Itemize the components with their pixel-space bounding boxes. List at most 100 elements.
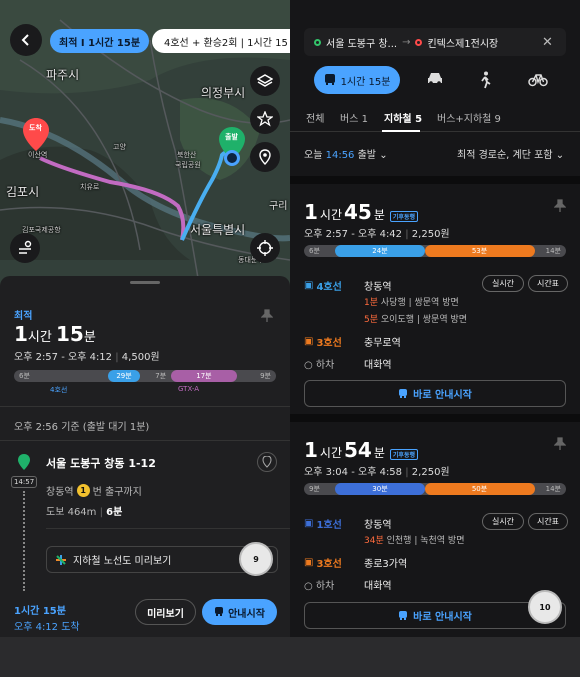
map-label-paju: 파주시 <box>46 68 80 82</box>
card-2-minute: 54 <box>344 438 372 462</box>
card-1-leg-1-station: 창동역 <box>364 282 392 293</box>
time-basis: 오후 2:56 기준 (출발 대기 1분) <box>14 422 150 433</box>
route-chip-best[interactable]: 최적 I 1시간 15분 <box>50 29 150 53</box>
card-2-leg-1-line: ▣ 1호선 <box>304 516 342 531</box>
card-1-pin-button[interactable] <box>553 198 567 217</box>
card-1-segment-walk: 6분 <box>309 247 320 255</box>
start-location-button[interactable] <box>257 452 277 472</box>
route-chip-alternative-label: 4호선 + 환승2회 | 1시간 15 <box>164 37 288 49</box>
section-gap <box>290 176 580 184</box>
card-1-segment-subway: 24분 <box>335 245 425 257</box>
route-options-button[interactable] <box>10 233 40 263</box>
route-type-tabs: 전체 버스 1 지하철 5 버스+지하철 9 <box>290 106 580 132</box>
tab-bus[interactable]: 버스 1 <box>340 110 368 125</box>
map-label-park: 국립공원 <box>175 161 201 169</box>
card-2-minute-unit: 분 <box>373 446 385 460</box>
card-2-start-navigation-label: 바로 안내시작 <box>413 612 472 623</box>
arrival-direction: 녹천역 방면 <box>420 536 465 546</box>
mode-bicycle[interactable] <box>528 71 548 91</box>
tab-bus-subway[interactable]: 버스+지하철 9 <box>437 110 501 125</box>
start-navigation-button[interactable]: 안내시작 <box>202 599 277 625</box>
card-2-timetable-button[interactable]: 시간표 <box>528 513 568 530</box>
location-pin-button[interactable] <box>250 142 280 172</box>
card-2-segment-subway: 30분 <box>335 483 425 495</box>
pin-button[interactable] <box>260 308 274 327</box>
card-1-segment-walk: 14분 <box>545 247 561 255</box>
card-1-hour-unit: 시간 <box>319 208 343 222</box>
card-1-minute: 45 <box>344 200 372 224</box>
divider <box>0 440 290 441</box>
route-time-range: 오후 2:57 - 오후 4:12 | 4,500원 <box>14 352 160 363</box>
card-1-alight: ○ 하차 <box>304 356 334 371</box>
card-2-range-text: 오후 3:04 - 오후 4:58 <box>304 467 403 478</box>
alight-label: 하차 <box>315 360 335 371</box>
close-icon[interactable]: ✕ <box>542 35 553 50</box>
recenter-button[interactable] <box>250 233 280 263</box>
duration-minute-unit: 분 <box>83 330 96 345</box>
card-2-pin-button[interactable] <box>553 436 567 455</box>
arrival-minutes: 5분 <box>364 315 379 325</box>
car-icon <box>428 73 442 85</box>
footer-arrival: 오후 4:12 도착 <box>14 622 80 633</box>
map-label-chiyu: 치유로 <box>80 183 100 191</box>
card-2-realtime-button[interactable]: 실시간 <box>482 513 524 530</box>
left-footer: 1시간 15분 오후 4:12 도착 미리보기 안내시작 <box>0 594 290 637</box>
map-pin-icon <box>262 456 272 468</box>
route-chip-alternative[interactable]: 4호선 + 환승2회 | 1시간 15 <box>152 29 290 53</box>
layers-icon <box>257 74 273 87</box>
favorite-button[interactable] <box>250 104 280 134</box>
footer-duration: 1시간 15분 <box>14 606 66 617</box>
card-2-leg-2-line: ▣ 3호선 <box>304 555 342 570</box>
card-1-fare: 2,250원 <box>411 229 450 240</box>
walk-icon <box>481 71 491 89</box>
sort-selector[interactable]: 최적 경로순, 계단 포함 ⌄ <box>457 146 564 161</box>
card-1-start-navigation-button[interactable]: 바로 안내시작 <box>304 380 566 407</box>
chevron-down-icon: ⌄ <box>555 150 565 161</box>
left-route-segment-walk: 6분 <box>19 372 30 380</box>
mode-transit[interactable]: 1시간 15분 <box>314 66 400 94</box>
mode-car[interactable] <box>426 71 444 91</box>
back-button[interactable] <box>10 24 42 56</box>
sheet-drag-handle[interactable] <box>130 281 160 284</box>
preview-button[interactable]: 미리보기 <box>135 599 196 625</box>
origin-text[interactable]: 서울 도봉구 창... <box>326 35 397 50</box>
star-icon <box>257 111 273 127</box>
left-route-segment-subway: 29분 <box>108 370 140 382</box>
layers-button[interactable] <box>250 66 280 96</box>
arrival-destination: 인천행 <box>386 536 412 546</box>
pushpin-icon <box>260 309 274 322</box>
train-icon: ▣ <box>304 518 314 529</box>
arrival-destination: 오이도행 <box>380 315 415 325</box>
card-2-time-range: 오후 3:04 - 오후 4:58 | 2,250원 <box>304 467 450 478</box>
card-1-minute-unit: 분 <box>373 208 385 222</box>
route-step-counter[interactable]: 9 <box>239 542 273 576</box>
card-2-segment-subway2: 50분 <box>424 483 535 495</box>
route-dotted-line <box>23 491 25 591</box>
route-card-1[interactable]: 1 시간 45 분 기후동행 오후 2:57 - 오후 4:42 | 2,250원 … <box>290 184 580 410</box>
card-2-leg-2-line-name: 3호선 <box>316 559 342 570</box>
bus-icon <box>324 74 335 85</box>
tab-all[interactable]: 전체 <box>306 110 324 125</box>
tab-subway[interactable]: 지하철 5 <box>384 110 422 125</box>
map-label-guri: 구리 <box>269 201 288 212</box>
route-map[interactable]: 파주시 의정부시 이산역 고양 김포시 치유로 북한산 국립공원 서울특별시 구… <box>0 0 290 290</box>
card-2-alight-station: 대화역 <box>364 581 392 592</box>
destination-pin[interactable]: 도착 <box>23 118 49 156</box>
route-detail-sheet: 최적 1시간 15분 오후 2:57 - 오후 4:12 | 4,500원 6분… <box>0 276 290 637</box>
route-list-counter[interactable]: 10 <box>528 590 562 624</box>
mode-walk[interactable] <box>478 71 492 93</box>
duration-minute: 15 <box>55 322 84 346</box>
departure-suffix: 출발 <box>357 150 377 161</box>
start-place: 서울 도봉구 창동 1-12 <box>46 457 156 470</box>
duration-hour-unit: 시간 <box>27 330 52 345</box>
card-1-timetable-button[interactable]: 시간표 <box>528 275 568 292</box>
destination-text[interactable]: 킨텍스제1전시장 <box>427 35 498 50</box>
route-search-bar[interactable]: 서울 도봉구 창... → 킨텍스제1전시장 <box>304 28 566 56</box>
right-screen: 서울 도봉구 창... → 킨텍스제1전시장 ✕ 1시간 15분 전체 버스 1… <box>290 0 580 637</box>
card-2-segment-bar: 9분 30분 50분 14분 <box>304 483 566 495</box>
walk-info: 도보 464m | 6분 <box>46 507 123 518</box>
departure-selector[interactable]: 오늘 14:56 출발 ⌄ <box>304 146 388 161</box>
card-2-start-navigation-button[interactable]: 바로 안내시작 <box>304 602 566 629</box>
card-1-time-range: 오후 2:57 - 오후 4:42 | 2,250원 <box>304 229 450 240</box>
card-1-realtime-button[interactable]: 실시간 <box>482 275 524 292</box>
